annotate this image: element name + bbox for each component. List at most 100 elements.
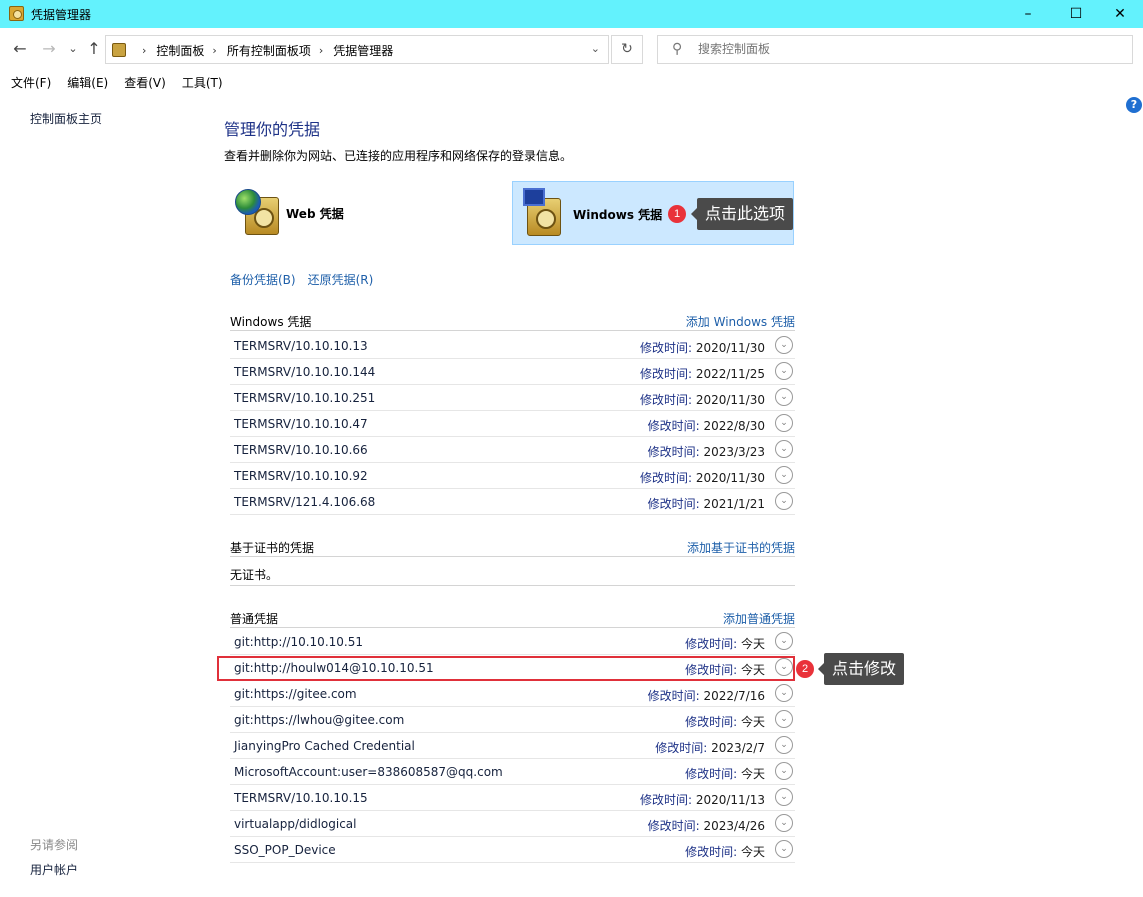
breadcrumb-separator-icon[interactable]: › bbox=[319, 44, 323, 57]
modified-date: 今天 bbox=[740, 637, 765, 651]
maximize-button[interactable]: ☐ bbox=[1053, 0, 1099, 28]
breadcrumb-credential-manager[interactable]: 凭据管理器 bbox=[333, 42, 393, 59]
credential-row[interactable]: TERMSRV/10.10.10.13 修改时间: 2020/11/30 ⌄ bbox=[230, 333, 795, 359]
expand-chevron-icon[interactable]: ⌄ bbox=[775, 362, 793, 380]
credential-name: virtualapp/didlogical bbox=[234, 817, 357, 831]
expand-chevron-icon[interactable]: ⌄ bbox=[775, 710, 793, 728]
expand-chevron-icon[interactable]: ⌄ bbox=[775, 440, 793, 458]
credential-row[interactable]: virtualapp/didlogical 修改时间: 2023/4/26 ⌄ bbox=[230, 811, 795, 837]
credential-row[interactable]: TERMSRV/10.10.10.92 修改时间: 2020/11/30 ⌄ bbox=[230, 463, 795, 489]
address-row: ← → ⌄ ↑ › 控制面板 › 所有控制面板项 › 凭据管理器 ⌄ ↻ ⚲ bbox=[0, 30, 1143, 70]
credential-row[interactable]: TERMSRV/10.10.10.66 修改时间: 2023/3/23 ⌄ bbox=[230, 437, 795, 463]
add-generic-credential-link[interactable]: 添加普通凭据 bbox=[723, 610, 795, 627]
menu-file[interactable]: 文件(F) bbox=[11, 73, 51, 93]
menu-bar: 文件(F) 编辑(E) 查看(V) 工具(T) bbox=[0, 73, 228, 93]
credential-name: TERMSRV/121.4.106.68 bbox=[234, 495, 376, 509]
menu-view[interactable]: 查看(V) bbox=[124, 73, 166, 93]
expand-chevron-icon[interactable]: ⌄ bbox=[775, 632, 793, 650]
title-bar: 凭据管理器 – ☐ ✕ bbox=[0, 0, 1143, 28]
credential-row[interactable]: TERMSRV/10.10.10.15 修改时间: 2020/11/13 ⌄ bbox=[230, 785, 795, 811]
expand-chevron-icon[interactable]: ⌄ bbox=[775, 762, 793, 780]
modified-info: 修改时间: 2023/2/7 bbox=[655, 739, 765, 756]
modified-label: 修改时间: bbox=[639, 793, 692, 807]
breadcrumb-separator-icon: › bbox=[142, 44, 147, 57]
windows-credentials-list: TERMSRV/10.10.10.13 修改时间: 2020/11/30 ⌄ TERM… bbox=[230, 333, 795, 515]
credential-row[interactable]: JianyingPro Cached Credential 修改时间: 2023/… bbox=[230, 733, 795, 759]
expand-chevron-icon[interactable]: ⌄ bbox=[775, 388, 793, 406]
modified-label: 修改时间: bbox=[639, 393, 692, 407]
back-button[interactable]: ← bbox=[9, 39, 31, 59]
modified-date: 今天 bbox=[740, 767, 765, 781]
credential-row[interactable]: TERMSRV/10.10.10.144 修改时间: 2022/11/25 ⌄ bbox=[230, 359, 795, 385]
search-input[interactable] bbox=[698, 42, 1098, 56]
modified-date: 2022/11/25 bbox=[695, 367, 765, 381]
modified-info: 修改时间: 2020/11/30 bbox=[640, 391, 765, 408]
forward-button[interactable]: → bbox=[38, 39, 60, 59]
step-badge-1: 1 bbox=[668, 205, 686, 223]
annotation-tooltip-2: 点击修改 bbox=[817, 653, 905, 685]
credential-row[interactable]: SSO_POP_Device 修改时间: 今天 ⌄ bbox=[230, 837, 795, 863]
user-accounts-link[interactable]: 用户帐户 bbox=[30, 861, 78, 878]
backup-credentials-link[interactable]: 备份凭据(B) bbox=[230, 271, 296, 288]
modified-info: 修改时间: 2023/3/23 bbox=[648, 443, 765, 460]
highlight-box bbox=[217, 656, 795, 681]
recent-locations-button[interactable]: ⌄ bbox=[62, 39, 84, 59]
control-panel-home-link[interactable]: 控制面板主页 bbox=[30, 110, 102, 127]
expand-chevron-icon[interactable]: ⌄ bbox=[775, 788, 793, 806]
credential-row[interactable]: git:http://10.10.10.51 修改时间: 今天 ⌄ bbox=[230, 629, 795, 655]
expand-chevron-icon[interactable]: ⌄ bbox=[775, 684, 793, 702]
credential-name: TERMSRV/10.10.10.47 bbox=[234, 417, 368, 431]
modified-label: 修改时间: bbox=[647, 497, 700, 511]
search-icon: ⚲ bbox=[672, 41, 683, 57]
expand-chevron-icon[interactable]: ⌄ bbox=[775, 840, 793, 858]
modified-date: 2023/4/26 bbox=[703, 819, 765, 833]
credential-name: TERMSRV/10.10.10.144 bbox=[234, 365, 376, 379]
restore-credentials-link[interactable]: 还原凭据(R) bbox=[308, 271, 374, 288]
credential-row[interactable]: git:https://gitee.com 修改时间: 2022/7/16 ⌄ bbox=[230, 681, 795, 707]
credential-name: git:http://10.10.10.51 bbox=[234, 635, 363, 649]
backup-restore-links: 备份凭据(B) 还原凭据(R) bbox=[230, 271, 373, 288]
chevron-down-icon[interactable]: ⌄ bbox=[591, 42, 600, 55]
search-box[interactable]: ⚲ bbox=[657, 35, 1133, 64]
address-bar[interactable]: › 控制面板 › 所有控制面板项 › 凭据管理器 ⌄ bbox=[105, 35, 609, 64]
up-button[interactable]: ↑ bbox=[83, 39, 105, 59]
modified-date: 2020/11/30 bbox=[695, 471, 765, 485]
refresh-button[interactable]: ↻ bbox=[611, 35, 643, 64]
credential-row[interactable]: TERMSRV/10.10.10.251 修改时间: 2020/11/30 ⌄ bbox=[230, 385, 795, 411]
modified-date: 2022/8/30 bbox=[703, 419, 765, 433]
modified-label: 修改时间: bbox=[685, 845, 738, 859]
expand-chevron-icon[interactable]: ⌄ bbox=[775, 492, 793, 510]
web-credentials-tile[interactable]: Web 凭据 bbox=[231, 181, 513, 245]
modified-label: 修改时间: bbox=[647, 445, 700, 459]
breadcrumb-all-items[interactable]: 所有控制面板项 bbox=[227, 42, 311, 59]
modified-info: 修改时间: 2021/1/21 bbox=[648, 495, 765, 512]
expand-chevron-icon[interactable]: ⌄ bbox=[775, 736, 793, 754]
modified-label: 修改时间: bbox=[647, 419, 700, 433]
credential-row[interactable]: TERMSRV/10.10.10.47 修改时间: 2022/8/30 ⌄ bbox=[230, 411, 795, 437]
expand-chevron-icon[interactable]: ⌄ bbox=[775, 414, 793, 432]
monitor-icon bbox=[523, 188, 545, 206]
breadcrumb-separator-icon[interactable]: › bbox=[212, 44, 216, 57]
expand-chevron-icon[interactable]: ⌄ bbox=[775, 814, 793, 832]
modified-label: 修改时间: bbox=[685, 637, 738, 651]
certificate-credentials-header: 基于证书的凭据 添加基于证书的凭据 bbox=[230, 535, 795, 557]
credential-row[interactable]: git:https://lwhou@gitee.com 修改时间: 今天 ⌄ bbox=[230, 707, 795, 733]
expand-chevron-icon[interactable]: ⌄ bbox=[775, 466, 793, 484]
control-panel-icon bbox=[112, 43, 126, 57]
menu-edit[interactable]: 编辑(E) bbox=[67, 73, 108, 93]
minimize-button[interactable]: – bbox=[1005, 0, 1051, 28]
credential-name: TERMSRV/10.10.10.92 bbox=[234, 469, 368, 483]
modified-info: 修改时间: 今天 bbox=[685, 713, 765, 730]
credential-manager-icon bbox=[9, 6, 24, 21]
modified-date: 2021/1/21 bbox=[703, 497, 765, 511]
expand-chevron-icon[interactable]: ⌄ bbox=[775, 336, 793, 354]
credential-row[interactable]: MicrosoftAccount:user=838608587@qq.com 修改… bbox=[230, 759, 795, 785]
help-icon[interactable]: ? bbox=[1126, 97, 1142, 113]
close-button[interactable]: ✕ bbox=[1097, 0, 1143, 28]
breadcrumb-control-panel[interactable]: 控制面板 bbox=[156, 42, 204, 59]
credential-row[interactable]: TERMSRV/121.4.106.68 修改时间: 2021/1/21 ⌄ bbox=[230, 489, 795, 515]
add-windows-credential-link[interactable]: 添加 Windows 凭据 bbox=[686, 313, 795, 330]
add-certificate-credential-link[interactable]: 添加基于证书的凭据 bbox=[687, 539, 795, 556]
menu-tools[interactable]: 工具(T) bbox=[182, 73, 223, 93]
credential-name: TERMSRV/10.10.10.251 bbox=[234, 391, 376, 405]
